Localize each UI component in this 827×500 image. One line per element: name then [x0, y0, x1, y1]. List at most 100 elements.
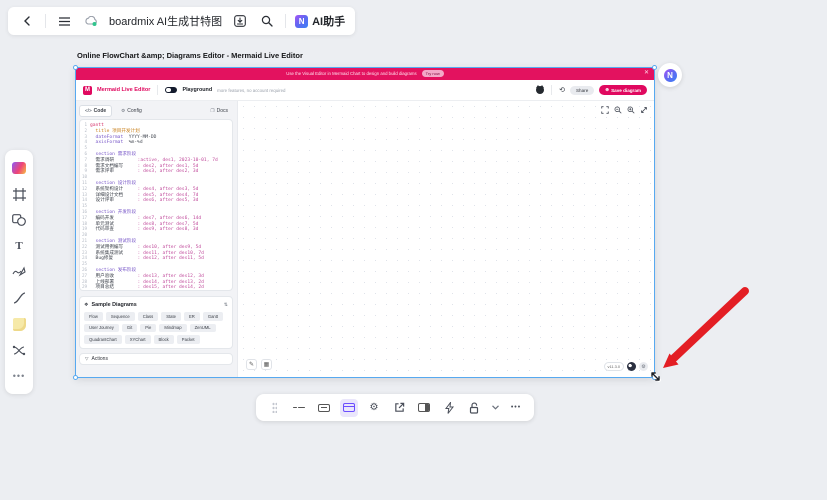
gear-icon: ⚙ [121, 107, 126, 113]
banner-text: Use the Visual Editor in Mermaid Chart t… [286, 71, 417, 76]
embedded-browser-window[interactable]: Use the Visual Editor in Mermaid Chart t… [75, 67, 655, 378]
github-icon[interactable] [536, 85, 545, 94]
divider [551, 85, 553, 95]
red-arrow-annotation [663, 287, 749, 368]
tab-docs[interactable]: ❐ Docs [205, 106, 233, 116]
code-icon: </> [85, 108, 92, 113]
mermaid-brand[interactable]: Mermaid Live Editor [97, 87, 150, 93]
sample-chip[interactable]: User Journey [84, 323, 119, 333]
menu-icon[interactable] [55, 12, 73, 30]
sample-chip[interactable]: Gantt [202, 312, 224, 321]
embed-settings-toolbar: ⚙ ••• [256, 394, 534, 421]
theme-toggle-icon[interactable] [627, 362, 636, 371]
preview-statusbar: v11.3.0 ⚙ [603, 362, 648, 371]
playground-label: Playground [182, 87, 213, 93]
diagram-icon: ❖ [84, 301, 89, 308]
sample-chip[interactable]: Packet [176, 335, 200, 344]
sample-chip[interactable]: QuadrantChart [84, 335, 122, 344]
edit-pen-button[interactable]: ✎ [246, 359, 257, 370]
sample-chip[interactable]: Class [137, 312, 159, 321]
unlock-icon[interactable] [465, 399, 483, 417]
connector-icon[interactable] [7, 285, 31, 311]
ai-assistant-fab[interactable]: N [658, 63, 682, 87]
sample-chip[interactable]: Sequence [105, 312, 135, 321]
more-options-icon[interactable]: ••• [507, 399, 525, 417]
relation-icon[interactable] [7, 337, 31, 363]
boardmix-ai-logo-icon: N [295, 14, 309, 28]
sample-chip[interactable]: Git [121, 323, 138, 333]
code-line: 29 项目总结: des15, after des14, 2d [81, 284, 204, 291]
resize-cursor-icon [650, 371, 661, 382]
board-title[interactable]: boardmix AI生成甘特图 [109, 13, 222, 29]
sample-chip[interactable]: Block [153, 335, 174, 344]
divider [157, 85, 159, 95]
assets-icon[interactable] [7, 155, 31, 181]
grid-view-button[interactable]: ▦ [261, 359, 272, 370]
divider [285, 14, 287, 28]
mermaid-logo-icon: M [83, 85, 92, 95]
sample-chip[interactable]: XYChart [124, 335, 151, 344]
code-line: 7 需求调研:active, des1, 2023-10-01, 7d [84, 156, 218, 163]
address-bar-icon[interactable] [315, 399, 333, 417]
settings-gear-icon[interactable]: ⚙ [365, 399, 383, 417]
share-button[interactable]: Share [569, 85, 595, 95]
mermaid-header: M Mermaid Live Editor Playground more fe… [75, 80, 655, 101]
actions-label: Actions [91, 355, 108, 362]
zoom-in-icon[interactable] [627, 106, 635, 114]
sample-chip[interactable]: ER [183, 312, 200, 321]
embed-page-title: Online FlowChart &amp; Diagrams Editor -… [77, 51, 303, 60]
sample-chip[interactable]: ZenUML [189, 323, 216, 333]
sample-diagrams-title: Sample Diagrams [91, 301, 137, 308]
plus-icon: ⊕ [605, 87, 610, 92]
actions-bar[interactable]: ▽ Actions [79, 352, 233, 365]
search-icon[interactable] [258, 12, 276, 30]
boardmix-ai-logo-icon: N [663, 68, 677, 82]
editor-tabbar: </> Code ⚙ Config ❐ Docs [79, 104, 233, 117]
more-tools-icon[interactable]: ••• [7, 363, 31, 389]
top-toolbar: boardmix AI生成甘特图 N AI助手 [8, 7, 356, 35]
dash-line-icon[interactable] [290, 399, 308, 417]
book-icon: ❐ [210, 107, 215, 113]
ai-assistant-label: AI助手 [312, 16, 346, 28]
tool-sidebar: T ••• [5, 150, 33, 394]
frame-icon[interactable] [7, 181, 31, 207]
sample-chip[interactable]: Mindmap [159, 323, 187, 333]
sticky-note-icon[interactable] [7, 311, 31, 337]
cloud-sync-icon [82, 12, 100, 30]
side-panel-icon[interactable] [415, 399, 433, 417]
banner-try-now-button[interactable]: Try now [421, 70, 444, 77]
chevron-down-icon[interactable] [490, 399, 500, 417]
code-editor[interactable]: 1 gantt 2 title 项目开发计划 3 dateFormat YYYY-MM… [79, 119, 233, 291]
drag-handle-icon[interactable] [265, 399, 283, 417]
open-external-icon[interactable] [390, 399, 408, 417]
tab-config[interactable]: ⚙ Config [116, 106, 147, 116]
ai-assistant-button[interactable]: N AI助手 [295, 13, 345, 29]
funnel-icon: ▽ [85, 355, 89, 361]
editor-left-pane: </> Code ⚙ Config ❐ Docs 1 gantt 2 title 项目开发… [75, 101, 237, 377]
download-icon[interactable] [231, 12, 249, 30]
sample-chip[interactable]: State [161, 312, 181, 321]
text-icon[interactable]: T [7, 233, 31, 259]
fit-view-icon[interactable] [601, 106, 609, 114]
playground-toggle[interactable] [165, 86, 178, 94]
zoom-out-icon[interactable] [614, 106, 622, 114]
pen-icon[interactable] [7, 259, 31, 285]
banner-close-icon[interactable]: ✕ [644, 69, 649, 76]
collapse-icon[interactable]: ⇅ [224, 302, 228, 308]
history-icon[interactable]: ⟲ [559, 87, 565, 94]
flash-icon[interactable] [440, 399, 458, 417]
save-diagram-button[interactable]: ⊕ Save diagram [599, 85, 647, 95]
sample-chip[interactable]: Pie [140, 323, 157, 333]
shapes-icon[interactable] [7, 207, 31, 233]
divider [45, 14, 46, 28]
sample-chip[interactable]: Flow [84, 312, 103, 321]
browser-window-icon[interactable] [340, 398, 358, 417]
settings-icon[interactable]: ⚙ [639, 362, 648, 371]
mermaid-version[interactable]: v11.3.0 [603, 362, 624, 371]
diagram-preview-pane[interactable]: ✎ ▦ v11.3.0 ⚙ [237, 101, 655, 377]
mermaid-banner: Use the Visual Editor in Mermaid Chart t… [75, 67, 655, 80]
back-button[interactable] [18, 12, 36, 30]
expand-icon[interactable] [640, 106, 648, 114]
tab-code[interactable]: </> Code [79, 104, 113, 117]
sample-chip-list: Flow Sequence Class State ER Gantt User Journe… [84, 312, 228, 344]
